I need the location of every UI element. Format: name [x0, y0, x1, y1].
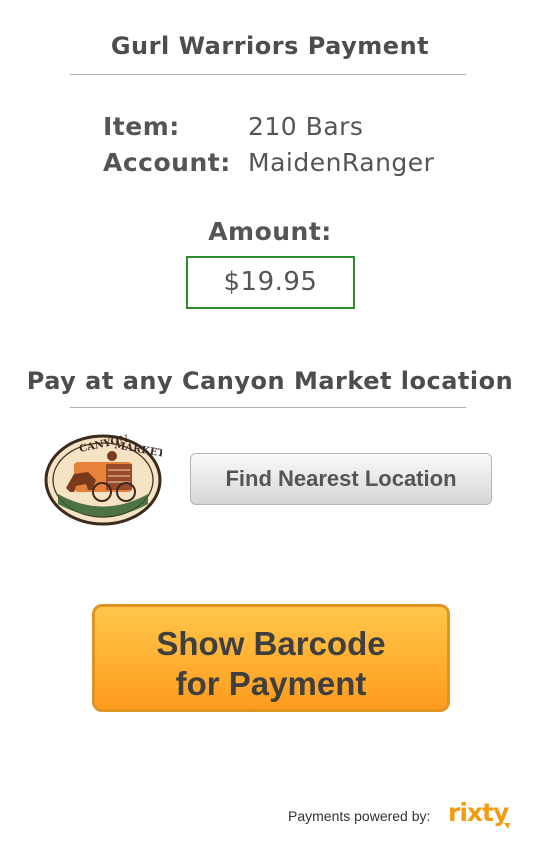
title-divider [70, 74, 466, 75]
show-barcode-button[interactable]: Show Barcode for Payment [92, 604, 450, 712]
canyon-market-logo: CANYON MARKET [44, 434, 162, 526]
payment-page: Gurl Warriors Payment Item: 210 Bars Acco… [0, 0, 540, 850]
amount-label: Amount: [208, 217, 332, 246]
barcode-button-line1: Show Barcode [156, 625, 386, 662]
item-row: Item: 210 Bars [103, 112, 363, 141]
rixty-wordmark: rixty [448, 798, 509, 827]
account-row: Account: MaidenRanger [103, 148, 434, 177]
item-value: 210 Bars [248, 112, 364, 141]
item-label: Item: [103, 112, 180, 141]
find-nearest-location-button[interactable]: Find Nearest Location [190, 453, 492, 505]
amount-value: $19.95 [186, 256, 355, 309]
location-divider [70, 407, 466, 408]
rixty-logo[interactable]: rixty [446, 797, 514, 831]
location-heading: Pay at any Canyon Market location [26, 367, 514, 395]
powered-by-text: Payments powered by: [288, 808, 431, 824]
account-value: MaidenRanger [248, 148, 435, 177]
page-title: Gurl Warriors Payment [110, 32, 430, 60]
barcode-button-line2: for Payment [175, 665, 367, 702]
account-label: Account: [103, 148, 231, 177]
